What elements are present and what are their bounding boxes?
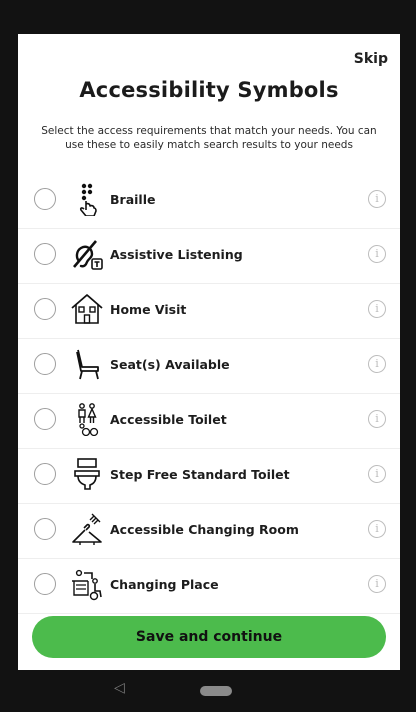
seat-icon	[70, 347, 104, 381]
back-nav-icon[interactable]: ◁	[114, 680, 125, 696]
braille-icon	[70, 182, 104, 216]
info-icon[interactable]: i	[368, 355, 386, 373]
skip-button[interactable]: Skip	[354, 51, 388, 67]
device-bezel-left	[0, 0, 18, 712]
radio-button[interactable]	[34, 243, 56, 265]
info-icon[interactable]: i	[368, 410, 386, 428]
info-icon[interactable]: i	[368, 245, 386, 263]
android-nav-bar: ◁	[18, 670, 400, 712]
changing-place-icon	[70, 567, 104, 601]
option-label: Accessible Toilet	[110, 412, 227, 427]
radio-button[interactable]	[34, 298, 56, 320]
radio-button[interactable]	[34, 518, 56, 540]
option-label: Assistive Listening	[110, 247, 243, 262]
option-label: Step Free Standard Toilet	[110, 467, 290, 482]
radio-button[interactable]	[34, 463, 56, 485]
radio-button[interactable]	[34, 573, 56, 595]
accessible-toilet-icon	[70, 402, 104, 436]
option-label: Home Visit	[110, 302, 187, 317]
option-label: Changing Place	[110, 577, 219, 592]
home-visit-icon	[70, 292, 104, 326]
save-and-continue-button[interactable]: Save and continue	[32, 616, 386, 658]
info-icon[interactable]: i	[368, 575, 386, 593]
option-row-accessible-toilet[interactable]: Accessible Toilet i	[18, 394, 400, 449]
option-row-accessible-changing-room[interactable]: Accessible Changing Room i	[18, 504, 400, 559]
assistive-listening-icon	[70, 237, 104, 271]
option-label: Accessible Changing Room	[110, 522, 299, 537]
home-nav-pill[interactable]	[200, 686, 232, 696]
page-subtitle: Select the access requirements that matc…	[41, 125, 377, 151]
device-bezel-right	[400, 0, 416, 712]
radio-button[interactable]	[34, 408, 56, 430]
step-free-toilet-icon	[70, 457, 104, 491]
changing-room-icon	[70, 512, 104, 546]
option-row-home-visit[interactable]: Home Visit i	[18, 284, 400, 339]
info-icon[interactable]: i	[368, 520, 386, 538]
info-icon[interactable]: i	[368, 300, 386, 318]
info-icon[interactable]: i	[368, 465, 386, 483]
page-title: Accessibility Symbols	[79, 78, 339, 102]
option-label: Seat(s) Available	[110, 357, 230, 372]
radio-button[interactable]	[34, 188, 56, 210]
option-label: Braille	[110, 192, 156, 207]
options-list: Braille i Assistive Listening i Home Vis…	[18, 174, 400, 614]
accessibility-symbols-screen: Skip Accessibility Symbols Select the ac…	[18, 34, 400, 670]
status-bar	[18, 0, 400, 34]
option-row-changing-place[interactable]: Changing Place i	[18, 559, 400, 614]
option-row-braille[interactable]: Braille i	[18, 174, 400, 229]
radio-button[interactable]	[34, 353, 56, 375]
option-row-step-free-toilet[interactable]: Step Free Standard Toilet i	[18, 449, 400, 504]
option-row-seats-available[interactable]: Seat(s) Available i	[18, 339, 400, 394]
info-icon[interactable]: i	[368, 190, 386, 208]
option-row-assistive-listening[interactable]: Assistive Listening i	[18, 229, 400, 284]
